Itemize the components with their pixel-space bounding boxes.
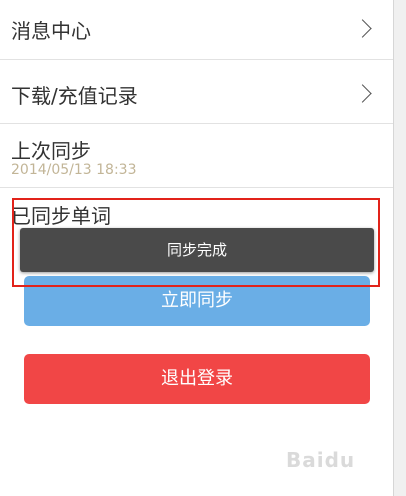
menu-item-download-history[interactable]: 下载/充值记录 bbox=[0, 60, 393, 124]
chevron-right-icon bbox=[353, 84, 372, 103]
settings-screen: 消息中心 下载/充值记录 上次同步 2014/05/13 18:33 已同步单词… bbox=[0, 0, 406, 496]
highlight-annotation-box bbox=[12, 198, 380, 287]
download-history-label: 下载/充值记录 bbox=[11, 84, 138, 108]
side-panel-edge bbox=[393, 0, 406, 496]
menu-item-message-center[interactable]: 消息中心 bbox=[0, 0, 393, 60]
last-sync-timestamp: 2014/05/13 18:33 bbox=[11, 162, 137, 178]
last-sync-label: 上次同步 bbox=[11, 139, 91, 163]
message-center-label: 消息中心 bbox=[11, 19, 91, 43]
logout-button[interactable]: 退出登录 bbox=[24, 354, 370, 404]
last-sync-row: 上次同步 2014/05/13 18:33 bbox=[0, 124, 393, 188]
baidu-watermark: Baidu bbox=[286, 448, 356, 472]
chevron-right-icon bbox=[353, 19, 372, 38]
